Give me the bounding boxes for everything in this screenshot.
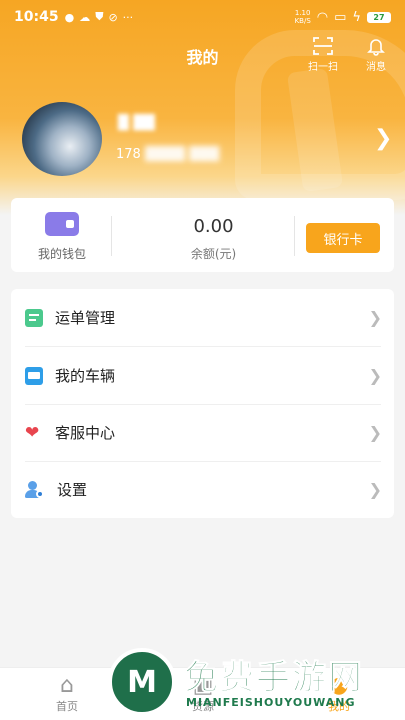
chat-bubble-icon: ● <box>64 10 75 24</box>
no-disturb-icon: ⊘ <box>108 10 118 24</box>
more-icon: ··· <box>122 10 134 24</box>
user-name: █ ██ <box>118 115 155 131</box>
my-wallet-button[interactable]: 我的钱包 <box>33 212 91 262</box>
avatar[interactable] <box>22 102 102 176</box>
wallet-label: 我的钱包 <box>37 247 86 261</box>
hearts-icon: ❤ <box>25 422 40 443</box>
message-button[interactable]: 消息 <box>366 36 386 73</box>
scan-icon <box>313 37 333 55</box>
watermark-title: 免费手游网 <box>184 658 364 699</box>
document-list-icon <box>25 308 43 327</box>
status-time: 10:45 <box>14 9 59 25</box>
watermark-logo-icon: M <box>108 648 176 716</box>
status-bar: 10:45 ● ☁ ⛊ ⊘ ··· 1.10 KB/S ◠ ▭ ϟ 27 <box>0 0 405 34</box>
scan-label: 扫一扫 <box>308 62 338 73</box>
shield-alert-icon: ⛊ <box>95 10 104 23</box>
status-right: 1.10 KB/S ◠ ▭ ϟ 27 <box>295 9 391 25</box>
bell-icon <box>367 39 385 56</box>
user-phone: 178 ████ ███ <box>116 147 219 162</box>
menu-item-settings[interactable]: 设置 ❯ <box>11 461 394 518</box>
wallet-divider <box>111 216 112 256</box>
status-notification-icons: ● ☁ ⛊ ⊘ ··· <box>65 10 134 24</box>
wallet-card: 我的钱包 0.00 余额(元) 银行卡 <box>11 198 394 272</box>
chevron-right-icon: ❯ <box>368 308 382 327</box>
menu-item-label: 客服中心 <box>55 424 116 442</box>
watermark: M 免费手游网 MIANFEISHOUYOUWANG <box>108 646 398 718</box>
chevron-right-icon: ❯ <box>368 480 382 499</box>
watermark-subtitle: MIANFEISHOUYOUWANG <box>186 696 356 709</box>
chevron-right-icon: ❯ <box>368 366 382 385</box>
profile-chevron-right-icon[interactable]: ❯ <box>374 126 392 151</box>
home-icon: ⌂ <box>60 673 74 698</box>
chevron-right-icon: ❯ <box>368 423 382 442</box>
battery-indicator: 27 <box>367 11 391 23</box>
menu-item-customer-service[interactable]: ❤ 客服中心 ❯ <box>11 404 394 461</box>
cloud-icon: ☁ <box>79 10 91 24</box>
message-label: 消息 <box>366 62 386 73</box>
menu-card: 运单管理 ❯ 我的车辆 ❯ ❤ 客服中心 ❯ 设置 ❯ <box>11 289 394 518</box>
charging-icon: ϟ <box>352 9 361 25</box>
truck-icon <box>25 366 43 385</box>
page-title: 我的 <box>186 48 219 67</box>
net-speed: 1.10 KB/S <box>294 9 311 25</box>
wallet-divider-right <box>294 216 295 256</box>
tab-home[interactable]: ⌂ 首页 <box>32 674 102 714</box>
tab-label: 首页 <box>56 700 78 713</box>
menu-item-label: 我的车辆 <box>55 367 116 385</box>
balance-label: 余额(元) <box>190 247 237 261</box>
wallet-icon <box>45 212 79 236</box>
user-settings-icon <box>25 480 45 499</box>
phone-prefix: 178 <box>116 147 141 162</box>
balance-display: 0.00 余额(元) <box>131 216 296 262</box>
balance-amount: 0.00 <box>193 216 234 237</box>
bank-card-button[interactable]: 银行卡 <box>306 223 380 253</box>
menu-item-my-vehicles[interactable]: 我的车辆 ❯ <box>11 347 394 404</box>
wifi-icon: ◠ <box>316 9 329 25</box>
menu-item-label: 运单管理 <box>55 309 116 327</box>
menu-item-waybill-management[interactable]: 运单管理 ❯ <box>11 289 394 346</box>
scan-button[interactable]: 扫一扫 <box>308 36 338 73</box>
sim-icon: ▭ <box>334 9 347 25</box>
menu-item-label: 设置 <box>57 481 88 499</box>
phone-masked: ████ ███ <box>144 147 220 162</box>
